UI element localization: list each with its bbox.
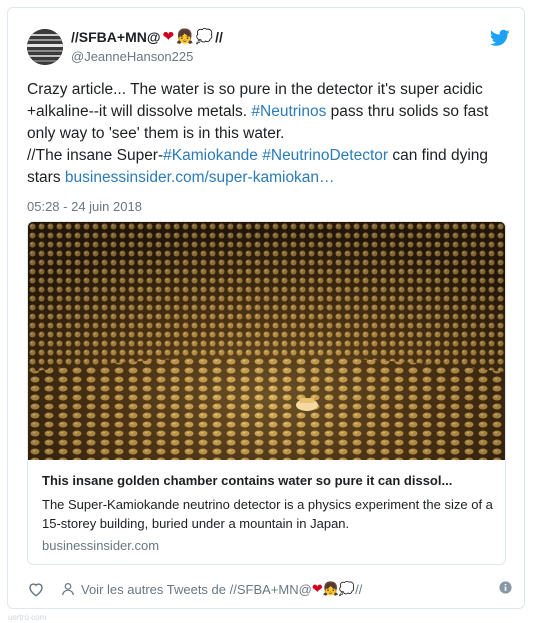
girl-emoji: 👧 [322,581,339,597]
red-heart-emoji: ❤ [311,581,323,597]
preview-image [28,222,505,460]
preview-description: The Super-Kamiokande neutrino detector i… [42,497,493,531]
author-handle[interactable]: @JeanneHanson225 [71,49,193,64]
avatar[interactable] [27,29,63,65]
red-heart-emoji: ❤ [162,29,175,45]
more-tweets-link[interactable]: Voir les autres Tweets de //SFBA+MN@ ❤ 👧… [61,582,362,597]
more-tweets-suffix: // [355,581,363,597]
heart-icon[interactable] [27,580,45,598]
hashtag-kamiokande[interactable]: #Kamiokande [163,147,258,164]
preview-domain: businessinsider.com [42,538,160,553]
info-icon[interactable] [499,581,512,594]
bottom-strip-text: uertro com [8,613,47,622]
girl-emoji: 👧 [176,29,194,45]
tweet-text: Crazy article... The water is so pure in… [27,79,512,189]
author-display-name: //SFBA+MN@ [71,29,161,45]
thought-balloon-emoji: 💭 [338,581,356,597]
link-preview-card[interactable]: This insane golden chamber contains wate… [27,221,506,565]
embedded-tweet-card: //SFBA+MN@ ❤ 👧 💭 // @JeanneHanson225 Cra… [7,7,525,609]
tweet-footer: Voir les autres Tweets de //SFBA+MN@ ❤ 👧… [27,579,512,599]
hashtag-neutrinos[interactable]: #Neutrinos [251,103,326,120]
more-tweets-label: Voir les autres Tweets de //SFBA+MN@ [81,581,312,597]
author-name[interactable]: //SFBA+MN@ ❤ 👧 💭 // [71,29,223,45]
tweet-timestamp[interactable]: 05:28 - 24 juin 2018 [27,199,142,214]
thought-balloon-emoji: 💭 [195,29,214,45]
hashtag-neutrinodetector[interactable]: #NeutrinoDetector [262,147,388,164]
tweet-text-part: //The insane Super- [27,147,164,164]
preview-title[interactable]: This insane golden chamber contains wate… [42,473,494,488]
person-icon [62,582,74,596]
twitter-bird-icon[interactable] [490,29,510,47]
article-link[interactable]: businessinsider.com/super-kamiokan… [65,169,335,186]
author-name-suffix: // [215,29,223,45]
